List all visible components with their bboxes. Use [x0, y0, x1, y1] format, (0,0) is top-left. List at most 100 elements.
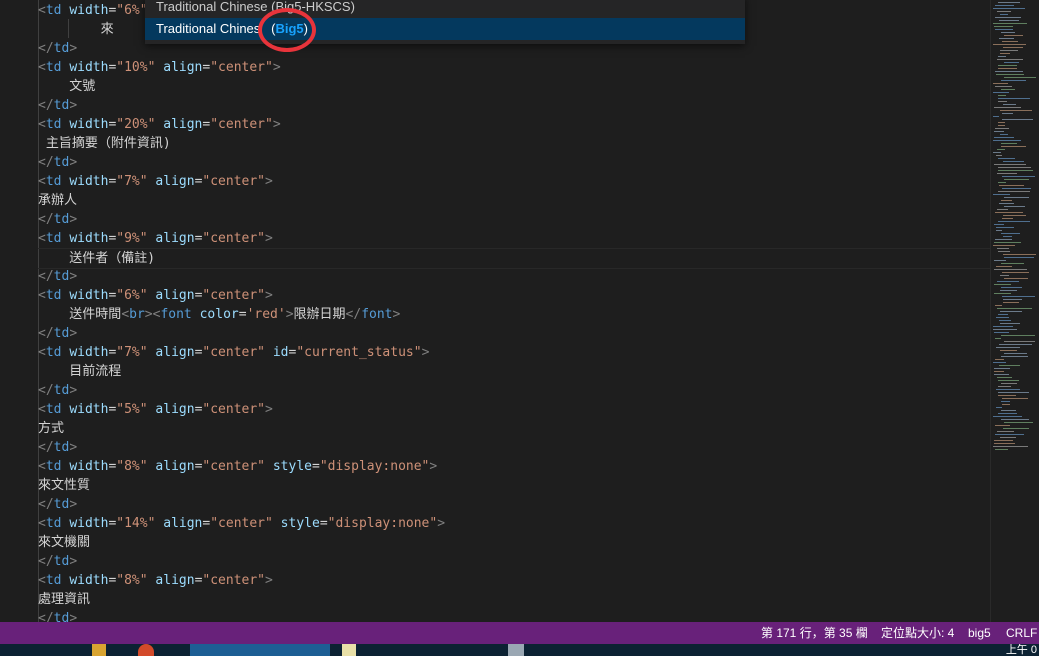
minimap-line — [1001, 80, 1026, 81]
minimap-line — [994, 374, 1009, 375]
code-token: "8%" — [116, 459, 148, 474]
minimap-line — [994, 107, 1021, 108]
code-line[interactable]: <td width="10%" align="center"> — [38, 58, 281, 77]
minimap-line — [999, 38, 1014, 39]
code-token: </ — [38, 212, 54, 227]
code-token: "current_status" — [296, 345, 422, 360]
code-line[interactable]: <td width="8%" align="center"> — [38, 571, 273, 590]
encoding-picker-dropdown[interactable]: Traditional Chinese (Big5-HKSCS) Traditi… — [145, 0, 745, 44]
minimap-line — [998, 413, 1017, 414]
code-line[interactable]: </td> — [38, 495, 77, 514]
code-token: > — [272, 60, 281, 75]
code-line[interactable]: </td> — [38, 96, 77, 115]
minimap-line — [995, 449, 1008, 450]
encoding-option-big5[interactable]: Traditional Chinese (Big5) — [145, 18, 745, 40]
code-token: > — [285, 307, 294, 322]
code-token: align — [155, 345, 195, 360]
code-line[interactable]: 處理資訊 — [38, 590, 90, 609]
code-token: "center" — [202, 174, 266, 189]
code-token: > — [69, 440, 78, 455]
code-line[interactable]: <td width="8%" align="center" style="dis… — [38, 457, 437, 476]
code-token: </ — [38, 611, 54, 622]
taskbar-clock[interactable]: 上午 0 — [1006, 644, 1037, 656]
minimap-line — [995, 5, 1014, 6]
code-token: font — [361, 307, 393, 322]
code-line[interactable]: </td> — [38, 552, 77, 571]
code-line[interactable]: 方式 — [38, 419, 64, 438]
code-token: "9%" — [116, 231, 148, 246]
indentation-setting[interactable]: 定位點大小: 4 — [881, 622, 954, 644]
code-token: < — [38, 402, 46, 417]
code-line[interactable]: 承辦人 — [38, 191, 77, 210]
code-token: td — [53, 155, 70, 170]
code-line[interactable]: </td> — [38, 609, 77, 622]
code-token: width — [69, 117, 109, 132]
code-line[interactable]: </td> — [38, 153, 77, 172]
minimap-line — [994, 371, 1004, 372]
minimap-line — [1000, 53, 1010, 54]
code-line[interactable]: 目前流程 — [38, 362, 121, 381]
taskbar-active-app[interactable] — [190, 644, 330, 656]
code-line[interactable]: 來 — [38, 20, 114, 39]
code-line[interactable]: 主旨摘要（附件資訊) — [38, 134, 171, 153]
minimap-line — [998, 158, 1015, 159]
code-token: 承辦人 — [38, 193, 78, 208]
code-line[interactable]: </td> — [38, 381, 77, 400]
minimap-line — [996, 74, 1024, 75]
code-line[interactable]: </td> — [38, 324, 77, 343]
minimap-line — [995, 338, 1001, 339]
code-line[interactable]: 來文機關 — [38, 533, 90, 552]
code-line[interactable]: 送件者（備註) — [38, 248, 990, 269]
code-line[interactable]: <td width="5%" align="center"> — [38, 400, 273, 419]
code-line[interactable]: <td width="14%" align="center" style="di… — [38, 514, 445, 533]
code-token: > — [69, 212, 78, 227]
line-ending-indicator[interactable]: CRLF — [1006, 622, 1037, 644]
cursor-position[interactable]: 第 171 行，第 35 欄 — [761, 622, 868, 644]
minimap-line — [1002, 188, 1031, 189]
code-token: > — [437, 516, 446, 531]
minimap-line — [1001, 89, 1015, 90]
code-editor[interactable]: <td width="6%" 來 </td> <td width="10%" ali… — [0, 0, 990, 622]
taskbar-app-icon[interactable] — [92, 644, 106, 656]
taskbar-app-icon[interactable] — [342, 644, 356, 656]
code-token: "20%" — [116, 117, 156, 132]
code-line[interactable]: 送件時間<br><font color='red'>限辦日期</font> — [38, 305, 400, 324]
code-line[interactable]: </td> — [38, 210, 77, 229]
encoding-indicator[interactable]: big5 — [968, 622, 991, 644]
code-line[interactable]: <td width="6%" align="center"> — [38, 286, 273, 305]
code-line[interactable]: <td width="6%" — [38, 1, 148, 20]
minimap[interactable] — [990, 0, 1039, 622]
minimap-line — [998, 392, 1029, 393]
code-token: < — [38, 117, 46, 132]
minimap-line — [998, 182, 1006, 183]
code-line[interactable]: 來文性質 — [38, 476, 90, 495]
minimap-line — [998, 56, 1006, 57]
encoding-option-big5-hkscs[interactable]: Traditional Chinese (Big5-HKSCS) — [145, 0, 745, 18]
minimap-line — [1000, 437, 1016, 438]
code-token: "center" — [202, 345, 266, 360]
taskbar-app-icon[interactable] — [138, 644, 154, 656]
code-token: 主旨摘要（附件資訊) — [38, 136, 171, 151]
code-token: 送件時間 — [38, 307, 122, 322]
code-line[interactable]: <td width="7%" align="center"> — [38, 172, 273, 191]
code-token: align — [163, 516, 203, 531]
code-line[interactable]: </td> — [38, 267, 77, 286]
code-line[interactable]: <td width="7%" align="center" id="curren… — [38, 343, 429, 362]
minimap-line — [995, 359, 1004, 360]
minimap-line — [997, 149, 1005, 150]
minimap-line — [999, 344, 1032, 345]
code-line[interactable]: </td> — [38, 39, 77, 58]
code-line[interactable]: <td width="20%" align="center"> — [38, 115, 281, 134]
code-line[interactable]: 文號 — [38, 77, 95, 96]
code-line[interactable]: </td> — [38, 438, 77, 457]
code-token: < — [38, 231, 46, 246]
minimap-line — [996, 266, 1012, 267]
code-line[interactable]: <td width="9%" align="center"> — [38, 229, 273, 248]
minimap-line — [993, 83, 1008, 84]
minimap-line — [998, 122, 1005, 123]
code-token: "center" — [210, 516, 273, 531]
minimap-line — [1002, 218, 1013, 219]
minimap-line — [993, 245, 1015, 246]
taskbar-app-icon[interactable] — [508, 644, 524, 656]
